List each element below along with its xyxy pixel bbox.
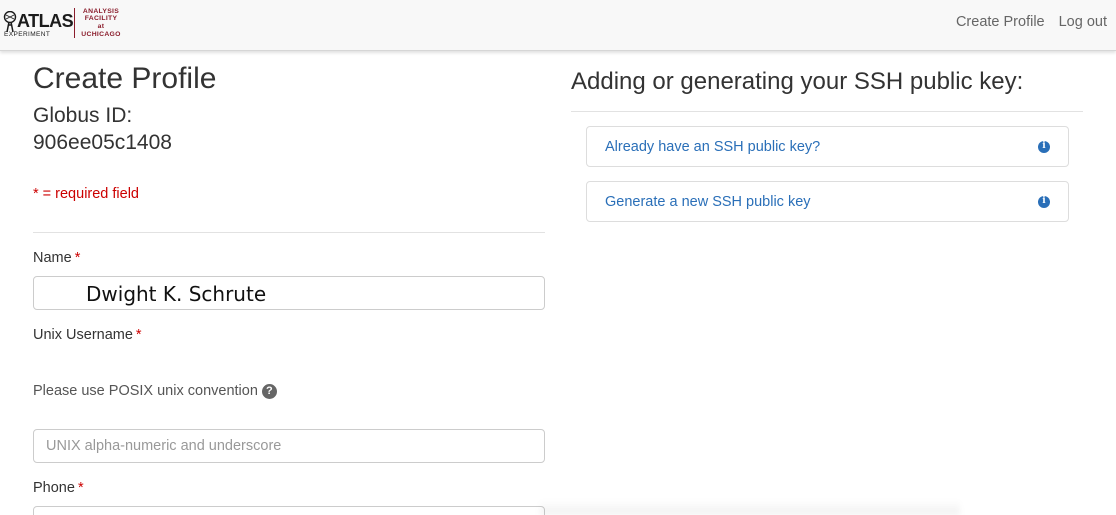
navbar: ATLAS EXPERIMENT ANALYSIS FACILITY at UC… (0, 0, 1116, 51)
form-divider (33, 232, 545, 233)
unix-username-label-text: Unix Username (33, 327, 133, 343)
af-line-2: FACILITY (84, 15, 118, 23)
ssh-existing-key-panel[interactable]: Already have an SSH public key? i (586, 126, 1069, 167)
nav-create-profile-link[interactable]: Create Profile (956, 14, 1045, 30)
name-input[interactable] (33, 276, 545, 310)
required-field-note: * = required field (33, 186, 139, 202)
phone-label: Phone * (33, 480, 84, 496)
info-icon[interactable]: i (1038, 140, 1050, 153)
required-star: * (135, 327, 142, 343)
af-logo: ANALYSIS FACILITY at UCHICAGO (77, 8, 125, 38)
question-circle-icon[interactable]: ? (261, 383, 277, 399)
brand-logo[interactable]: ATLAS EXPERIMENT ANALYSIS FACILITY at UC… (3, 6, 125, 40)
required-star: * (77, 480, 84, 496)
globus-id-redacted (138, 102, 438, 126)
name-label: Name * (33, 250, 80, 266)
af-line-4: UCHICAGO (81, 30, 121, 38)
page-title: Create Profile (33, 62, 217, 95)
phone-input[interactable] (33, 506, 545, 515)
af-line-1: ANALYSIS (82, 7, 120, 15)
atlas-subtitle: EXPERIMENT (4, 31, 51, 38)
globus-id-value: 906ee05c1408 (33, 131, 172, 154)
required-star: * (74, 250, 81, 266)
ssh-generate-key-link[interactable]: Generate a new SSH public key (605, 194, 811, 210)
nav-logout-link[interactable]: Log out (1059, 14, 1107, 30)
atlas-logo: ATLAS EXPERIMENT (3, 6, 74, 40)
name-label-text: Name (33, 250, 72, 266)
bottom-shadow (540, 500, 960, 515)
brand-divider (74, 8, 75, 38)
phone-label-text: Phone (33, 480, 75, 496)
af-line-3: at (97, 23, 105, 30)
globus-id-label: Globus ID: (33, 104, 133, 127)
info-icon[interactable]: i (1038, 195, 1050, 208)
ssh-generate-key-panel[interactable]: Generate a new SSH public key i (586, 181, 1069, 222)
unix-help-text: Please use POSIX unix convention (33, 383, 258, 399)
unix-username-label: Unix Username * (33, 327, 142, 343)
nav-links: Create Profile Log out (956, 14, 1107, 30)
ssh-section-title: Adding or generating your SSH public key… (571, 68, 1024, 95)
atlas-wordmark: ATLAS (17, 11, 74, 31)
ssh-divider (571, 111, 1083, 112)
unix-username-input[interactable] (33, 429, 545, 463)
unix-username-help: Please use POSIX unix convention ? (33, 383, 277, 399)
ssh-existing-key-link[interactable]: Already have an SSH public key? (605, 139, 820, 155)
